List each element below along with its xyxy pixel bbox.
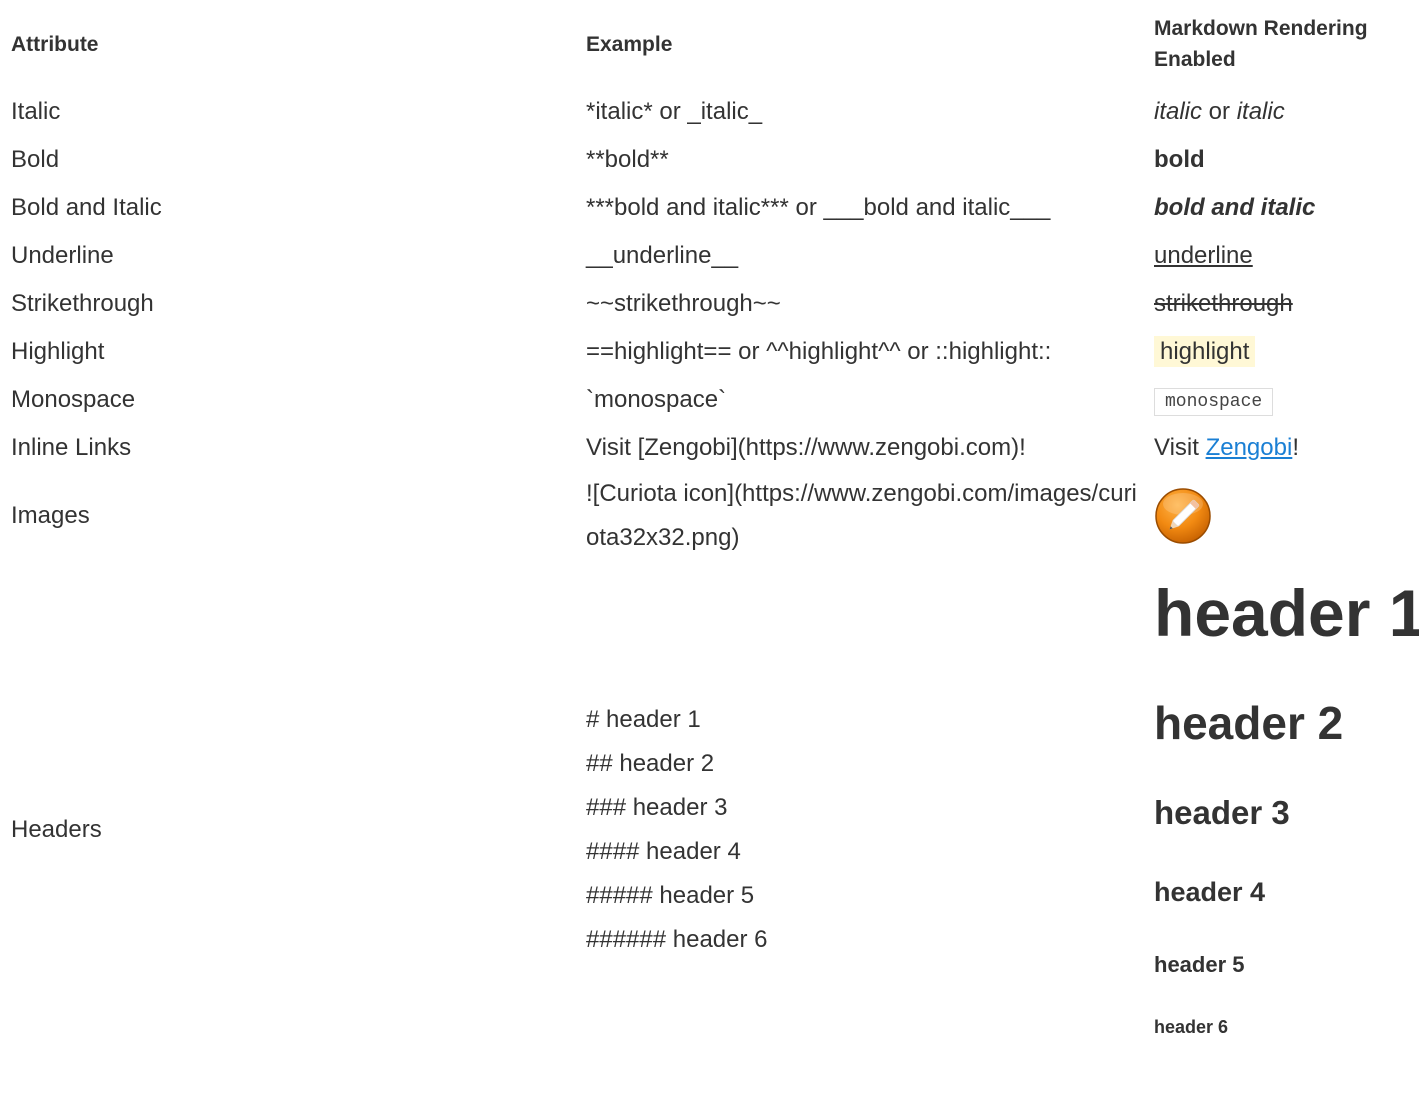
rendered-cell: header 1 header 2 header 3 header 4 head…: [1143, 560, 1419, 1100]
rendered-cell: underline: [1143, 232, 1419, 280]
header-example-line: #### header 4: [586, 838, 741, 865]
rendered-cell: highlight: [1143, 328, 1419, 376]
rendered-cell: italic or italic: [1143, 88, 1419, 136]
rendered-header-5: header 5: [1154, 952, 1245, 977]
table-row-italic: Italic *italic* or _italic_ italic or it…: [0, 88, 1419, 136]
example-cell: *italic* or _italic_: [586, 98, 763, 125]
example-cell: ==highlight== or ^^highlight^^ or ::high…: [586, 338, 1052, 365]
table-row-bold-italic: Bold and Italic ***bold and italic*** or…: [0, 184, 1419, 232]
rendered-cell: bold and italic: [1143, 184, 1419, 232]
rendered-italic-a: italic: [1154, 98, 1203, 125]
markdown-reference-table: Attribute Example Markdown Rendering Ena…: [0, 0, 1419, 1100]
table-row-strikethrough: Strikethrough ~~strikethrough~~ striketh…: [0, 280, 1419, 328]
rendered-header-1: header 1: [1154, 576, 1419, 650]
rendered-bold: bold: [1154, 146, 1205, 173]
header-example-line: ###### header 6: [586, 926, 768, 953]
rendered-cell: [1143, 472, 1419, 560]
rendered-underline: underline: [1154, 242, 1253, 269]
table-row-headers: Headers # header 1 ## header 2 ### heade…: [0, 560, 1419, 1100]
attribute-cell: Bold and Italic: [11, 194, 162, 221]
rendered-italic-separator: or: [1202, 98, 1237, 125]
rendered-cell: monospace: [1143, 376, 1419, 424]
zengobi-link[interactable]: Zengobi: [1206, 434, 1293, 461]
example-cell: **bold**: [586, 146, 669, 173]
table-row-bold: Bold **bold** bold: [0, 136, 1419, 184]
rendered-header-6: header 6: [1154, 1017, 1229, 1037]
attribute-cell: Bold: [11, 146, 60, 173]
rendered-cell: bold: [1143, 136, 1419, 184]
header-example-line: ##### header 5: [586, 882, 755, 909]
attribute-cell: Inline Links: [11, 434, 132, 461]
rendered-link-suffix: !: [1292, 434, 1299, 461]
rendered-strikethrough: strikethrough: [1154, 290, 1293, 317]
rendered-bold-italic: bold and italic: [1154, 194, 1316, 221]
pencil-app-icon: [1155, 488, 1211, 544]
header-example-line: ## header 2: [586, 750, 715, 777]
table-row-inline-links: Inline Links Visit [Zengobi](https://www…: [0, 424, 1419, 472]
rendered-italic-b: italic: [1236, 98, 1285, 125]
attribute-cell: Headers: [11, 816, 102, 843]
table-row-highlight: Highlight ==highlight== or ^^highlight^^…: [0, 328, 1419, 376]
header-examples: # header 1 ## header 2 ### header 3 ####…: [586, 698, 1143, 962]
attribute-cell: Monospace: [11, 386, 136, 413]
rendered-header-4: header 4: [1154, 877, 1266, 907]
column-header-attribute: Attribute: [11, 32, 99, 56]
attribute-cell: Images: [11, 502, 90, 529]
example-cell: # header 1 ## header 2 ### header 3 ####…: [575, 560, 1143, 1100]
attribute-cell: Underline: [11, 242, 114, 269]
rendered-link-prefix: Visit: [1154, 434, 1206, 461]
example-cell: __underline__: [586, 242, 739, 269]
header-example-line: # header 1: [586, 706, 701, 733]
rendered-cell: strikethrough: [1143, 280, 1419, 328]
table-row-images: Images ![Curiota icon](https://www.zengo…: [0, 472, 1419, 560]
rendered-monospace: monospace: [1154, 387, 1274, 416]
example-cell: Visit [Zengobi](https://www.zengobi.com)…: [586, 434, 1026, 461]
example-cell: ***bold and italic*** or ___bold and ita…: [586, 194, 1051, 221]
column-header-rendered: Markdown Rendering Enabled: [1154, 17, 1368, 71]
column-header-example: Example: [586, 32, 673, 56]
rendered-cell: Visit Zengobi!: [1143, 424, 1419, 472]
table-row-underline: Underline __underline__ underline: [0, 232, 1419, 280]
rendered-highlight: highlight: [1154, 336, 1256, 367]
rendered-header-2: header 2: [1154, 697, 1344, 749]
attribute-cell: Strikethrough: [11, 290, 154, 317]
attribute-cell: Italic: [11, 98, 61, 125]
attribute-cell: Highlight: [11, 338, 105, 365]
example-cell: ~~strikethrough~~: [586, 290, 781, 317]
example-cell: ![Curiota icon](https://www.zengobi.com/…: [586, 480, 1137, 551]
example-cell: `monospace`: [586, 386, 727, 413]
header-example-line: ### header 3: [586, 794, 728, 821]
rendered-header-3: header 3: [1154, 794, 1290, 831]
table-header-row: Attribute Example Markdown Rendering Ena…: [0, 0, 1419, 88]
table-row-monospace: Monospace `monospace` monospace: [0, 376, 1419, 424]
